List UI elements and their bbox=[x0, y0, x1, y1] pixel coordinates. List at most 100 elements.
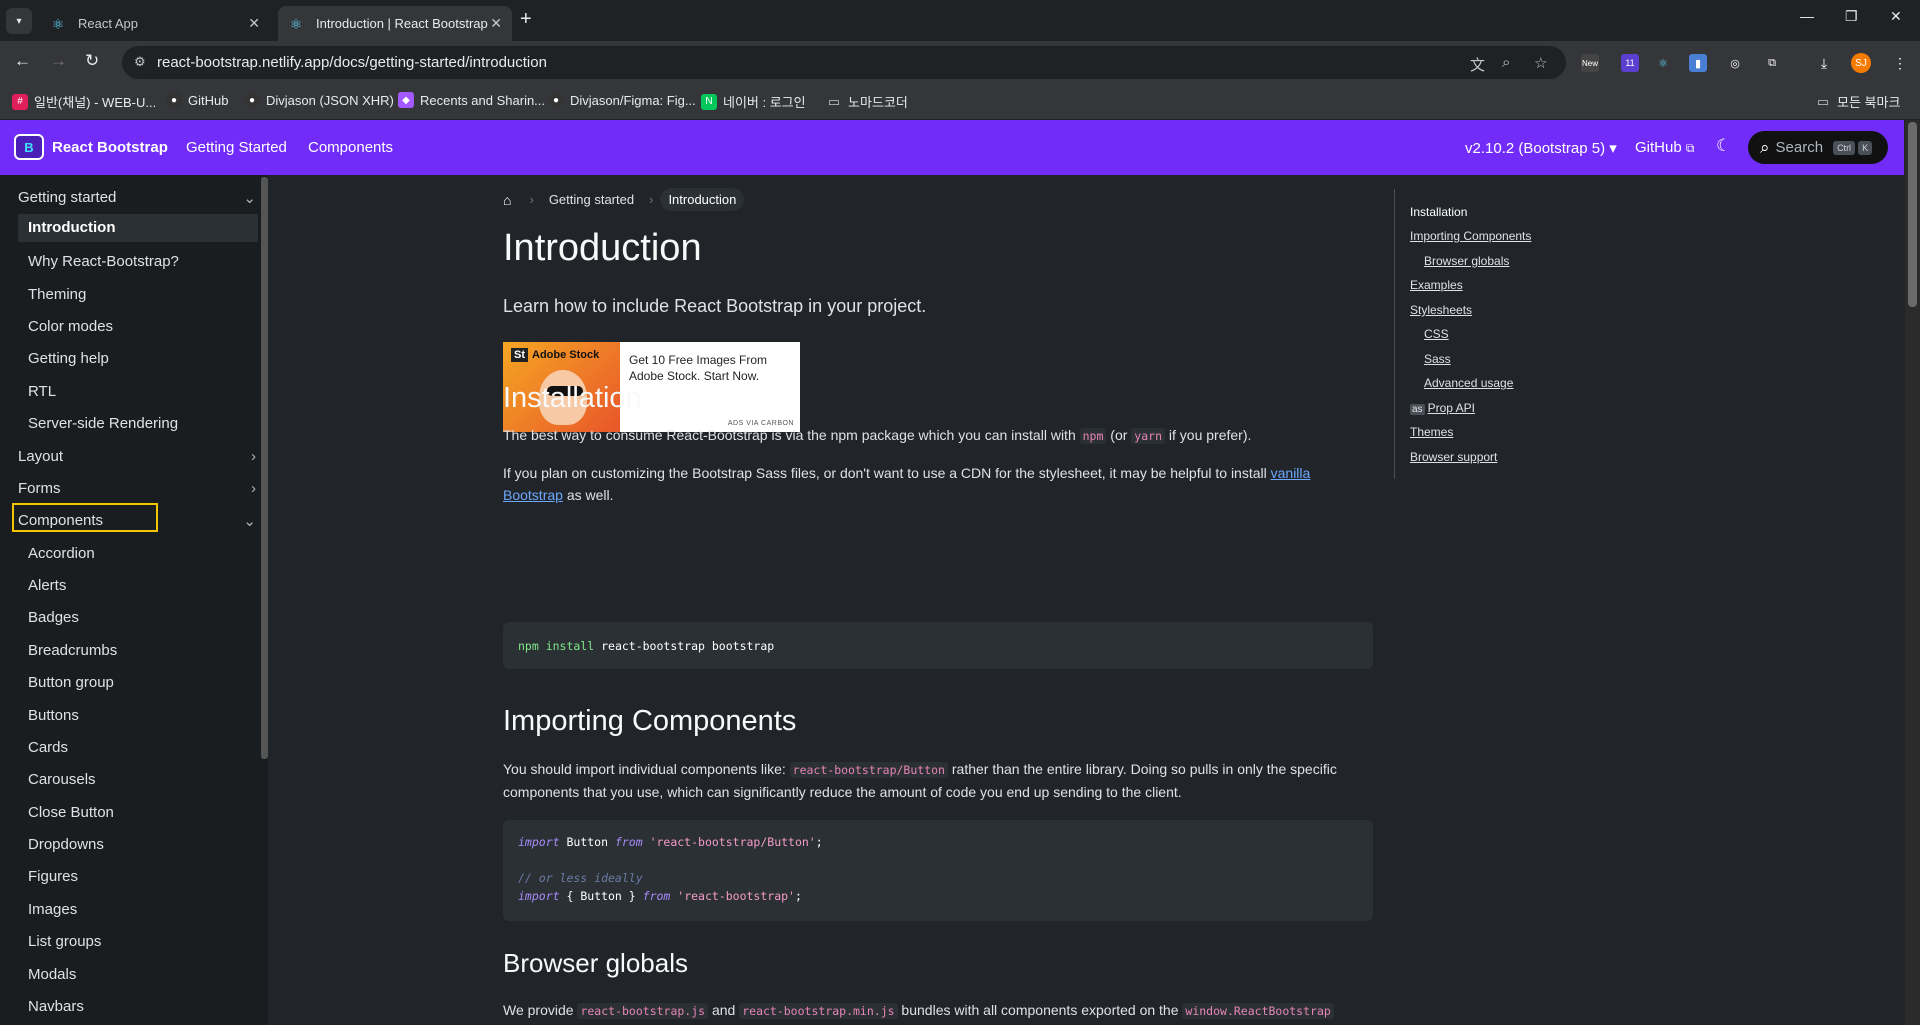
toc-examples[interactable]: Examples bbox=[1410, 278, 1463, 292]
inline-code: yarn bbox=[1131, 428, 1165, 444]
sidebar-item-dropdowns[interactable]: Dropdowns bbox=[28, 836, 104, 853]
code-args: react-bootstrap bootstrap bbox=[594, 639, 775, 653]
close-icon[interactable]: ✕ bbox=[490, 15, 502, 32]
toc-sass[interactable]: Sass bbox=[1424, 352, 1451, 366]
sidebar-item-cards[interactable]: Cards bbox=[28, 739, 68, 756]
site-info-icon[interactable]: ⚙ bbox=[134, 54, 146, 70]
github-label: GitHub bbox=[1635, 139, 1682, 156]
github-link[interactable]: GitHub ⧉ bbox=[1635, 139, 1694, 156]
code-keyword: from bbox=[642, 889, 671, 903]
globals-paragraph: We provide react-bootstrap.js and react-… bbox=[503, 999, 1373, 1022]
importing-paragraph: You should import individual components … bbox=[503, 758, 1373, 803]
toc-prop-api[interactable]: as Prop API bbox=[1410, 401, 1475, 415]
restore-button[interactable]: ❐ bbox=[1845, 8, 1858, 25]
more-menu-icon[interactable]: ⋮ bbox=[1891, 54, 1909, 72]
bookmark-item[interactable]: ● Divjason (JSON XHR) bbox=[244, 92, 394, 108]
minimize-button[interactable]: — bbox=[1800, 8, 1814, 24]
reload-icon[interactable]: ↻ bbox=[85, 51, 99, 71]
kbd-ctrl: Ctrl bbox=[1833, 140, 1856, 155]
bookmark-item[interactable]: ● Divjason/Figma: Fig... bbox=[548, 92, 696, 108]
react-devtools-icon[interactable]: ⚛ bbox=[1654, 54, 1672, 72]
sidebar-item-modals[interactable]: Modals bbox=[28, 966, 76, 983]
breadcrumb-separator: › bbox=[649, 192, 654, 207]
ad-text[interactable]: Get 10 Free Images From Adobe Stock. Sta… bbox=[629, 352, 789, 384]
scrollbar-thumb[interactable] bbox=[1908, 122, 1917, 307]
all-bookmarks-folder[interactable]: ▭ 모든 북마크 bbox=[1815, 92, 1901, 111]
tab-search-button[interactable]: ▾ bbox=[6, 8, 32, 34]
lead-text: Learn how to include React Bootstrap in … bbox=[503, 296, 927, 316]
search-button[interactable]: ⌕ Search Ctrl K bbox=[1748, 131, 1888, 164]
close-window-button[interactable]: ✕ bbox=[1890, 8, 1902, 25]
sidebar-item-rtl[interactable]: RTL bbox=[28, 383, 56, 400]
sidebar-item-navbars[interactable]: Navbars bbox=[28, 998, 84, 1015]
code-block-import: import Button from 'react-bootstrap/Butt… bbox=[503, 820, 1373, 921]
bookmarks-bar: # 일반(채널) - WEB-U... ● GitHub ● Divjason (JS… bbox=[0, 84, 1920, 120]
toc-themes[interactable]: Themes bbox=[1410, 425, 1453, 439]
sidebar-scrollbar[interactable] bbox=[261, 177, 268, 759]
forward-icon[interactable]: → bbox=[50, 51, 67, 71]
version-dropdown[interactable]: v2.10.2 (Bootstrap 5) ▾ bbox=[1465, 139, 1617, 157]
sidebar-item-breadcrumbs[interactable]: Breadcrumbs bbox=[28, 642, 117, 659]
extensions-puzzle-icon[interactable]: ⧉ bbox=[1763, 54, 1781, 72]
sidebar-item-carousels[interactable]: Carousels bbox=[28, 771, 96, 788]
new-tab-button[interactable]: + bbox=[520, 8, 532, 31]
sidebar-item-alerts[interactable]: Alerts bbox=[28, 577, 66, 594]
adobe-stock-mark: St bbox=[511, 348, 528, 362]
nav-components[interactable]: Components bbox=[308, 139, 393, 156]
toc-installation[interactable]: Installation bbox=[1410, 205, 1467, 219]
sidebar-item-why[interactable]: Why React-Bootstrap? bbox=[28, 253, 179, 270]
zoom-icon[interactable]: ⌕ bbox=[1502, 54, 1510, 71]
sidebar-item-figures[interactable]: Figures bbox=[28, 868, 78, 885]
sidebar-item-accordion[interactable]: Accordion bbox=[28, 545, 95, 562]
toc-css[interactable]: CSS bbox=[1424, 327, 1449, 341]
bookmark-star-icon[interactable]: ☆ bbox=[1534, 54, 1547, 72]
sidebar-section-getting-started[interactable]: Getting started ⌄ bbox=[18, 189, 256, 207]
close-icon[interactable]: ✕ bbox=[248, 15, 260, 32]
translate-icon[interactable]: 文 bbox=[1470, 54, 1485, 75]
sidebar-item-close-button[interactable]: Close Button bbox=[28, 804, 114, 821]
sidebar-item-buttons[interactable]: Buttons bbox=[28, 707, 79, 724]
sidebar-item-color-modes[interactable]: Color modes bbox=[28, 318, 113, 335]
bookmark-item[interactable]: N 네이버 : 로그인 bbox=[701, 92, 806, 111]
toc-importing-components[interactable]: Importing Components bbox=[1410, 229, 1531, 243]
home-icon[interactable]: ⌂ bbox=[503, 192, 511, 208]
sidebar-item-images[interactable]: Images bbox=[28, 901, 77, 918]
back-icon[interactable]: ← bbox=[14, 51, 31, 71]
extension-badge-icon[interactable]: 11 bbox=[1621, 54, 1639, 72]
extension-icon[interactable]: ▮ bbox=[1689, 54, 1707, 72]
sidebar-item-theming[interactable]: Theming bbox=[28, 286, 86, 303]
sidebar-section-layout[interactable]: Layout › bbox=[18, 448, 256, 465]
nav-getting-started[interactable]: Getting Started bbox=[186, 139, 287, 156]
sidebar-item-list-groups[interactable]: List groups bbox=[28, 933, 101, 950]
avatar[interactable]: SJ bbox=[1851, 53, 1871, 73]
extension-target-icon[interactable]: ◎ bbox=[1726, 54, 1744, 72]
address-bar[interactable]: ⚙ react-bootstrap.netlify.app/docs/getti… bbox=[122, 46, 1566, 79]
download-icon[interactable]: ⤓ bbox=[1815, 54, 1833, 72]
sidebar-item-ssr[interactable]: Server-side Rendering bbox=[28, 415, 178, 432]
breadcrumb-getting-started[interactable]: Getting started bbox=[541, 188, 642, 211]
toc-stylesheets[interactable]: Stylesheets bbox=[1410, 303, 1472, 317]
installation-paragraph-1: The best way to consume React-Bootstrap … bbox=[503, 424, 1373, 447]
sidebar-item-button-group[interactable]: Button group bbox=[28, 674, 114, 691]
bookmark-item[interactable]: ◆ Recents and Sharin... bbox=[398, 92, 545, 108]
sidebar-item-badges[interactable]: Badges bbox=[28, 609, 79, 626]
tab-react-app[interactable]: ⚛ React App ✕ bbox=[40, 6, 270, 41]
github-icon: ● bbox=[166, 92, 182, 108]
text-segment: The best way to consume React-Bootstrap … bbox=[503, 427, 1080, 443]
url-text[interactable]: react-bootstrap.netlify.app/docs/getting… bbox=[157, 54, 547, 71]
toc-advanced-usage[interactable]: Advanced usage bbox=[1424, 376, 1513, 390]
bookmark-item[interactable]: # 일반(채널) - WEB-U... bbox=[12, 92, 156, 111]
brand-link[interactable]: B React Bootstrap bbox=[14, 134, 168, 160]
sidebar-section-forms[interactable]: Forms › bbox=[18, 480, 256, 497]
code-punct: ; bbox=[815, 835, 823, 849]
toc-browser-globals[interactable]: Browser globals bbox=[1424, 254, 1509, 268]
bookmark-item[interactable]: ● GitHub bbox=[166, 92, 228, 108]
toc-browser-support[interactable]: Browser support bbox=[1410, 450, 1497, 464]
sidebar-item-getting-help[interactable]: Getting help bbox=[28, 350, 109, 367]
tab-introduction[interactable]: ⚛ Introduction | React Bootstrap ✕ bbox=[278, 6, 512, 41]
page-scrollbar[interactable] bbox=[1905, 120, 1920, 1025]
sidebar-item-introduction[interactable]: Introduction bbox=[18, 214, 258, 242]
bookmark-folder[interactable]: ▭ 노마드코더 bbox=[826, 92, 908, 111]
dark-mode-toggle-icon[interactable]: ☾ bbox=[1716, 136, 1731, 156]
new-extension-icon[interactable]: New bbox=[1581, 54, 1599, 72]
